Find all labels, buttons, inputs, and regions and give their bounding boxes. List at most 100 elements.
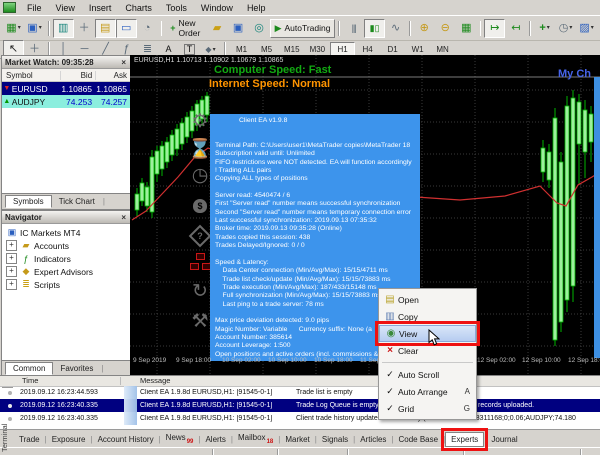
bar-chart-button[interactable]: ||| [343, 19, 364, 38]
tab-account-history[interactable]: Account History [93, 433, 159, 446]
menu-view[interactable]: View [49, 2, 82, 14]
tab-signals[interactable]: Signals [317, 433, 353, 446]
menu-shortcut: A [465, 387, 472, 396]
menu-item-open[interactable]: ▤Open [379, 291, 476, 308]
market-watch-row[interactable]: ▲AUDJPY74.25374.257 [2, 95, 130, 108]
auto-scroll-button[interactable]: ↦ [484, 19, 505, 38]
tab-experts[interactable]: Experts [445, 432, 484, 447]
ea-panel-line: Last successful synchronization: 2019.09… [215, 217, 420, 225]
menu-bar-items: FileViewInsertChartsToolsWindowHelp [20, 3, 272, 13]
navigator-item-scripts[interactable]: +≣Scripts [2, 278, 130, 291]
workspace: Market Watch: 09:35:28 × Symbol Bid Ask … [0, 55, 600, 375]
tab-favorites[interactable]: Favorites [53, 363, 100, 374]
tab-alerts[interactable]: Alerts [200, 433, 230, 446]
navigator-item-accounts[interactable]: +▰Accounts [2, 239, 130, 252]
tab-tick-chart[interactable]: Tick Chart [52, 196, 102, 207]
new-order-button[interactable]: + New Order [165, 19, 206, 38]
tab-label: News [166, 433, 186, 442]
bid-cell: 74.253 [60, 97, 95, 107]
ea-panel-line: ! Trading ALL pairs [215, 167, 420, 175]
menu-insert[interactable]: Insert [82, 2, 119, 14]
navigator-toggle[interactable]: ▤ [95, 19, 116, 38]
terminal-toggle[interactable]: ▭ [116, 19, 137, 38]
close-icon[interactable]: × [120, 213, 127, 222]
status-divider [580, 449, 582, 455]
navigator-item-indicators[interactable]: +ƒIndicators [2, 252, 130, 265]
menu-tools[interactable]: Tools [159, 2, 194, 14]
log-source: Client EA 1.9.8d EURUSD,H1: [91545-0-1] [140, 402, 292, 409]
close-icon[interactable]: × [120, 58, 127, 67]
tile-windows-button[interactable]: ▦ [456, 19, 477, 38]
status-bar [0, 447, 600, 455]
new-chart-button[interactable]: ▦▾ [3, 19, 24, 38]
terminal-log-row[interactable]: 2019.09.12 16:23:40.335Client EA 1.9.8d … [0, 412, 600, 425]
menu-item-clear[interactable]: ×Clear [379, 342, 476, 359]
zoom-out-button[interactable]: ⊖ [435, 19, 456, 38]
autotrading-label: AutoTrading [284, 23, 330, 33]
ea-panel-line: Client EA v1.9.8 [215, 117, 420, 125]
arrow-down-icon: ▼ [2, 85, 12, 92]
periods-button[interactable]: ◷▾ [555, 19, 576, 38]
expand-icon[interactable]: + [6, 279, 17, 290]
market-watch-toggle[interactable]: ▥ [53, 19, 74, 38]
accounts-icon: ▰ [20, 240, 32, 251]
menu-item-auto-scroll[interactable]: ✓Auto Scroll [379, 366, 476, 383]
tab-market[interactable]: Market [280, 433, 314, 446]
navigator-item-label: Indicators [34, 254, 71, 264]
time-axis-label: 12 Sep 02:00 [477, 357, 516, 364]
expand-icon[interactable]: + [6, 266, 17, 277]
menu-charts[interactable]: Charts [118, 2, 159, 14]
internet-speed-label: Internet Speed: Normal [209, 78, 330, 90]
indicators-button[interactable]: +▾ [534, 19, 555, 38]
tab-journal[interactable]: Journal [486, 433, 522, 446]
terminal-tabs: Trade|Exposure|Account History|News99|Al… [0, 429, 600, 448]
tab-code-base[interactable]: Code Base [394, 433, 444, 446]
tab-news[interactable]: News99 [161, 431, 199, 447]
menu-file[interactable]: File [20, 2, 49, 14]
tab-mailbox[interactable]: Mailbox18 [233, 431, 278, 447]
menu-window[interactable]: Window [194, 2, 240, 14]
chart-area[interactable]: EURUSD,H1 1.10713 1.10902 1.10679 1.1086… [130, 55, 600, 375]
chart-watermark: My Ch [558, 68, 591, 80]
data-window-toggle[interactable]: ＋ [74, 19, 95, 38]
question-diamond-icon: ? [188, 223, 212, 245]
status-divider [463, 449, 465, 455]
menu-item-view[interactable]: ◉View [379, 325, 476, 342]
tab-exposure[interactable]: Exposure [47, 433, 91, 446]
status-divider [212, 449, 214, 455]
line-chart-button[interactable]: ∿ [385, 19, 406, 38]
metaeditor-button[interactable]: ▰ [207, 19, 228, 38]
navigator-item-expert-advisors[interactable]: +◆Expert Advisors [2, 265, 130, 278]
tab-trade[interactable]: Trade [14, 433, 45, 446]
strategy-tester-toggle[interactable]: ◔ [137, 19, 158, 38]
menu-item-grid[interactable]: ✓GridG [379, 400, 476, 417]
ea-panel-line: Terminal Path: C:\Users\user1\MetaTrader… [215, 142, 420, 150]
menu-item-copy[interactable]: ▥Copy [379, 308, 476, 325]
terminal-log-row[interactable]: 2019.09.12 16:23:40.335Client EA 1.9.8d … [0, 399, 600, 412]
chart-shift-button[interactable]: ↤ [505, 19, 526, 38]
autotrading-button[interactable]: ▶ AutoTrading [270, 19, 336, 38]
expand-icon[interactable]: + [6, 240, 17, 251]
terminal-icon: ▣ [6, 227, 18, 238]
terminal-log-row[interactable]: 2019.09.12 16:23:44.593Client EA 1.9.8d … [0, 386, 600, 399]
community-button[interactable]: ◎ [249, 19, 270, 38]
templates-button[interactable]: ▨▾ [576, 19, 597, 38]
ea-panel-line: Copying ALL types of positions [215, 175, 420, 183]
time-axis-label: 10 Sep 10:00 [268, 357, 307, 364]
profiles-button[interactable]: ▣▾ [24, 19, 45, 38]
checkmark-icon: ✓ [382, 386, 398, 397]
market-watch-row[interactable]: ▼EURUSD1.108651.10865 [2, 82, 130, 95]
navigator-root-label: IC Markets MT4 [20, 228, 80, 238]
zoom-in-button[interactable]: ⊕ [414, 19, 435, 38]
vps-button[interactable]: ▣ [228, 19, 249, 38]
tab-common[interactable]: Common [5, 362, 53, 375]
menu-item-auto-arrange[interactable]: ✓Auto ArrangeA [379, 383, 476, 400]
navigator-root[interactable]: ▣IC Markets MT4 [2, 226, 130, 239]
candlestick-chart-button[interactable]: ▮▯ [364, 19, 385, 38]
expand-icon[interactable]: + [6, 253, 17, 264]
refresh-loop-icon: ↻ [188, 280, 212, 303]
tab-separator: | [100, 364, 104, 373]
menu-help[interactable]: Help [240, 2, 273, 14]
tab-symbols[interactable]: Symbols [5, 195, 52, 208]
tab-articles[interactable]: Articles [355, 433, 391, 446]
